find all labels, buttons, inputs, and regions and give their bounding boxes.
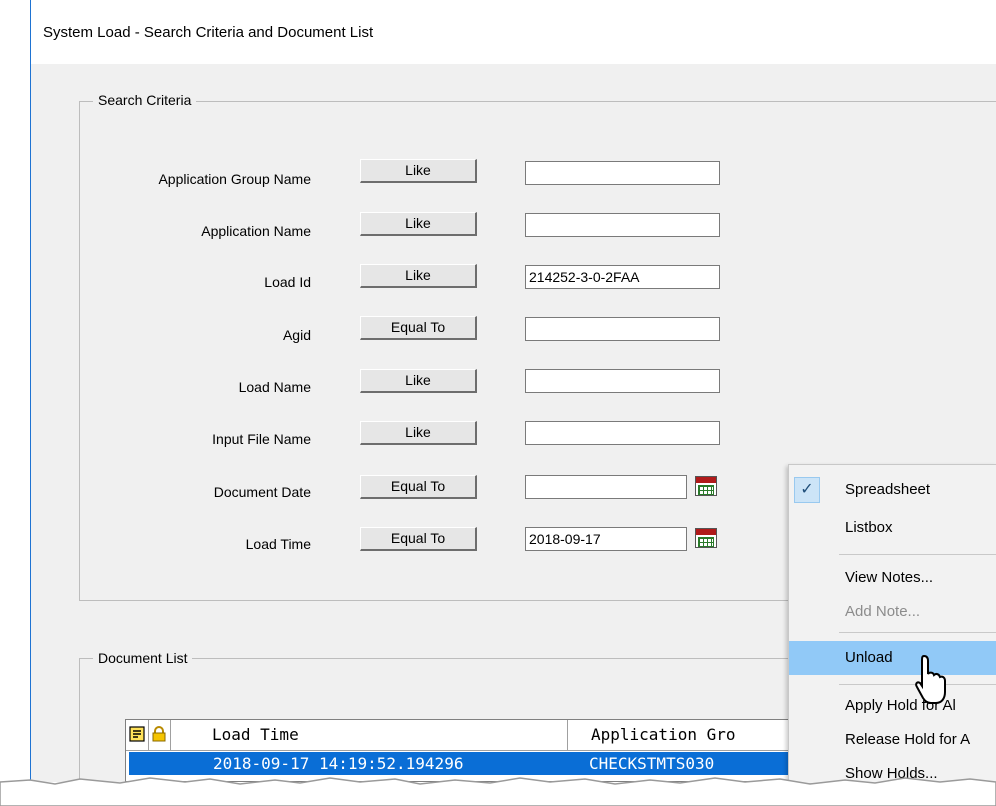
operator-button-document-date[interactable]: Equal To <box>360 475 477 499</box>
calendar-icon[interactable] <box>695 476 717 496</box>
note-icon <box>129 726 145 742</box>
label-document-date: Document Date <box>213 484 311 500</box>
menu-separator <box>839 632 996 633</box>
operator-button-input-file-name[interactable]: Like <box>360 421 477 445</box>
operator-button-application-group-name[interactable]: Like <box>360 159 477 183</box>
label-load-id: Load Id <box>264 274 311 290</box>
input-application-group-name[interactable] <box>525 161 720 185</box>
input-load-name[interactable] <box>525 369 720 393</box>
cell-load-time: 2018-09-17 14:19:52.194296 <box>213 754 464 773</box>
input-load-id[interactable]: 214252-3-0-2FAA <box>525 265 720 289</box>
menu-item-view-notes[interactable]: View Notes... <box>789 561 996 595</box>
label-application-name: Application Name <box>201 223 311 239</box>
torn-edge-decoration <box>0 777 996 806</box>
menu-item-add-note: Add Note... <box>845 603 921 620</box>
column-header-load-time[interactable]: Load Time <box>170 720 568 750</box>
operator-button-agid[interactable]: Equal To <box>360 316 477 340</box>
search-criteria-label: Search Criteria <box>93 92 197 108</box>
context-menu: ✓ Spreadsheet Listbox View Notes... Add … <box>788 464 996 783</box>
lock-icon <box>152 726 166 742</box>
title-bar: System Load - Search Criteria and Docume… <box>31 0 996 64</box>
input-input-file-name[interactable] <box>525 421 720 445</box>
operator-button-load-time[interactable]: Equal To <box>360 527 477 551</box>
label-load-name: Load Name <box>238 379 311 395</box>
menu-separator <box>839 554 996 555</box>
calendar-icon[interactable] <box>695 528 717 548</box>
window-title: System Load - Search Criteria and Docume… <box>43 24 374 41</box>
lock-column-header[interactable] <box>148 720 171 750</box>
menu-item-spreadsheet[interactable]: ✓ Spreadsheet <box>789 473 996 507</box>
input-agid[interactable] <box>525 317 720 341</box>
input-application-name[interactable] <box>525 213 720 237</box>
label-agid: Agid <box>282 327 311 343</box>
label-input-file-name: Input File Name <box>212 431 311 447</box>
note-column-header[interactable] <box>126 720 149 750</box>
cell-application-group: CHECKSTMTS030 <box>589 754 715 773</box>
checkmark-icon: ✓ <box>794 477 820 503</box>
menu-item-listbox[interactable]: Listbox <box>789 511 996 545</box>
menu-item-apply-hold[interactable]: Apply Hold for Al <box>789 689 996 723</box>
menu-item-unload[interactable]: Unload <box>789 641 996 675</box>
label-application-group-name: Application Group Name <box>158 171 311 187</box>
input-load-time[interactable]: 2018-09-17 <box>525 527 687 551</box>
menu-item-release-hold[interactable]: Release Hold for A <box>789 723 996 757</box>
mouse-pointer-icon <box>915 654 946 704</box>
operator-button-application-name[interactable]: Like <box>360 212 477 236</box>
document-list-label: Document List <box>93 650 193 666</box>
operator-button-load-id[interactable]: Like <box>360 264 477 288</box>
input-document-date[interactable] <box>525 475 687 499</box>
operator-button-load-name[interactable]: Like <box>360 369 477 393</box>
label-load-time: Load Time <box>245 536 311 552</box>
